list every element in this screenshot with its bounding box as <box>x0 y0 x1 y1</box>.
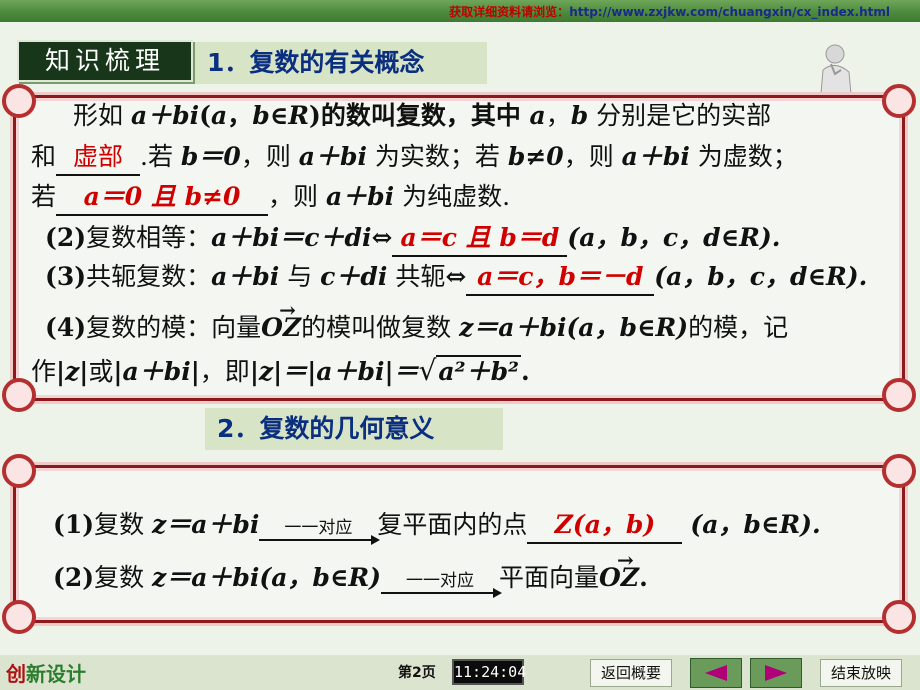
frame-ornament <box>882 454 916 488</box>
top-bar: 获取详细资料请浏览：http://www.zxjkw.com/chuangxin… <box>0 0 920 22</box>
conjugate-line: (3)共轭复数：a＋bi 与 c＋di 共轭⇔ a＝c，b＝－d (a，b，c，d∈… <box>45 260 867 296</box>
left-arrow-icon <box>705 665 727 681</box>
clock-display: 11:24:04 <box>452 659 526 685</box>
blank-pure-imaginary: a＝0 且 b≠0 <box>56 180 269 216</box>
frame-ornament <box>882 378 916 412</box>
frame-ornament <box>2 84 36 118</box>
frame-ornament <box>2 600 36 634</box>
right-arrow-icon <box>765 665 787 681</box>
frame-ornament <box>882 84 916 118</box>
section-badge: 知识梳理 <box>17 40 193 82</box>
next-slide-button[interactable] <box>750 658 802 688</box>
definition-line-3: 若 a＝0 且 b≠0 ，则 a＋bi 为纯虚数. <box>31 180 510 216</box>
back-to-summary-button[interactable]: 返回概要 <box>590 659 672 687</box>
definition-line-2: 和虚部 .若 b＝0，则 a＋bi 为实数；若 b≠0，则 a＋bi 为虚数； <box>31 140 798 176</box>
page-number: 第2页 <box>398 665 436 681</box>
previous-slide-button[interactable] <box>690 658 742 688</box>
equality-line: (2)复数相等：a＋bi＝c＋di⇔ a＝c 且 b＝d (a，b，c，d∈R). <box>45 221 780 257</box>
blank-point: Z(a，b) <box>527 508 683 544</box>
end-show-button[interactable]: 结束放映 <box>820 659 902 687</box>
definition-line-1: 形如 a＋bi(a，b∈R)的数叫复数，其中 a，b 分别是它的实部 <box>73 101 772 130</box>
blank-imaginary-part: 虚部 <box>56 140 141 176</box>
modulus-line-1: (4)复数的模：向量OZ的模叫做复数 z＝a＋bi(a，b∈R)的模，记 <box>45 293 788 345</box>
logo: 创新设计 <box>6 662 86 686</box>
blank-equality: a＝c 且 b＝d <box>392 221 568 257</box>
frame-ornament <box>2 454 36 488</box>
resource-link[interactable]: 获取详细资料请浏览：http://www.zxjkw.com/chuangxin… <box>449 3 890 20</box>
correspondence-arrow: 一一对应 <box>259 511 381 545</box>
geometry-line-1: (1)复数 z＝a＋bi 一一对应 复平面内的点 Z(a，b) (a，b∈R). <box>53 508 821 545</box>
modulus-line-2: 作|z|或|a＋bi|，即|z|＝|a＋bi|＝√a²＋b². <box>31 354 530 387</box>
correspondence-arrow: 一一对应 <box>381 564 503 598</box>
section-2-title: 2．复数的几何意义 <box>205 408 503 450</box>
geometry-line-2: (2)复数 z＝a＋bi(a，b∈R)一一对应平面向量OZ. <box>53 543 648 598</box>
frame-ornament <box>882 600 916 634</box>
section-1-title: 1．复数的有关概念 <box>195 42 487 84</box>
blank-conjugate: a＝c，b＝－d <box>466 260 655 296</box>
